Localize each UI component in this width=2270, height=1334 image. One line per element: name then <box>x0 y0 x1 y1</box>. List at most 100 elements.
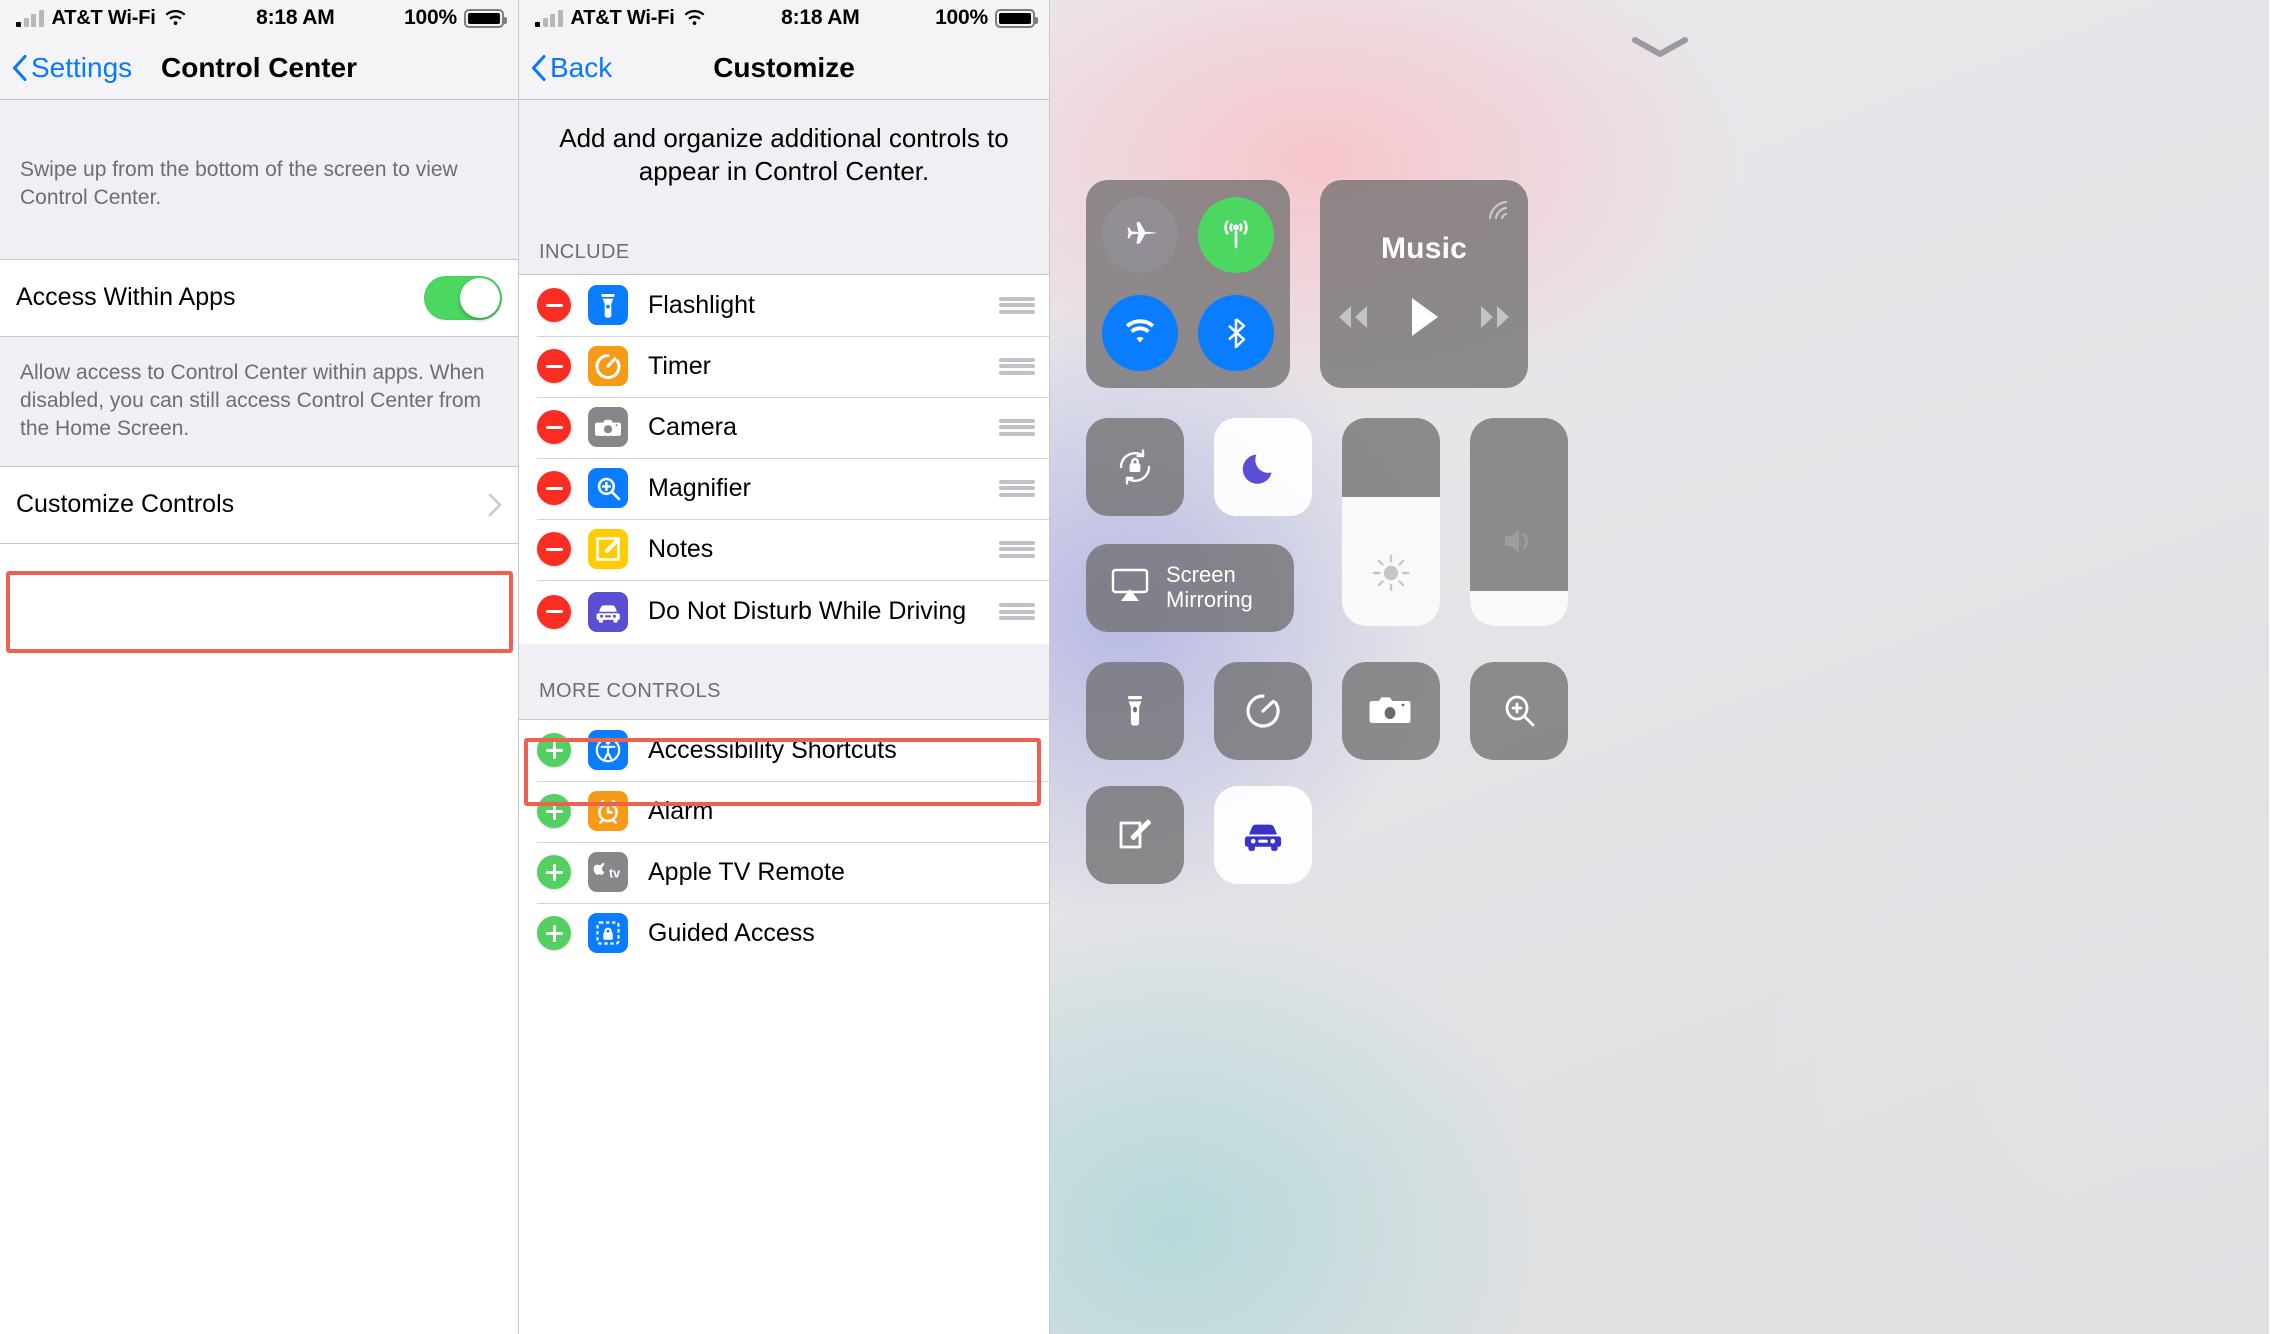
timer-button[interactable] <box>1214 662 1312 760</box>
more-controls-list: Accessibility Shortcuts Alarm tv Apple T… <box>519 718 1049 964</box>
camera-button[interactable] <box>1342 662 1440 760</box>
cc-row-2: Screen Mirroring <box>1086 418 2233 632</box>
notes-icon <box>588 529 628 570</box>
add-control-button[interactable] <box>537 916 571 951</box>
accessibility-icon <box>588 730 628 771</box>
car-icon <box>588 591 628 632</box>
reorder-handle[interactable] <box>999 540 1035 558</box>
remove-control-button[interactable] <box>537 532 571 567</box>
volume-slider[interactable] <box>1470 418 1568 626</box>
cc-row-4 <box>1086 786 2233 884</box>
wifi-icon <box>164 10 187 27</box>
panel-control-center-overlay: Music Screen Mirroring <box>1050 0 2269 1334</box>
clock-label: 8:18 AM <box>781 6 860 29</box>
reorder-handle[interactable] <box>999 357 1035 375</box>
music-title: Music <box>1380 232 1468 265</box>
panel-customize-controls: AT&T Wi-Fi 8:18 AM 100% Back Customize A… <box>519 0 1050 1334</box>
brightness-slider[interactable] <box>1342 418 1440 626</box>
music-tile[interactable]: Music <box>1320 180 1528 388</box>
flashlight-button[interactable] <box>1086 662 1184 760</box>
row-customize-controls[interactable]: Customize Controls <box>0 465 518 544</box>
list-item[interactable]: Magnifier <box>519 457 1049 519</box>
add-control-button[interactable] <box>537 733 571 768</box>
chevron-down-handle-icon[interactable] <box>1050 34 2269 60</box>
list-item[interactable]: Guided Access <box>519 902 1049 964</box>
chevron-left-icon <box>531 54 546 81</box>
reorder-handle[interactable] <box>999 418 1035 436</box>
remove-control-button[interactable] <box>537 594 571 629</box>
list-item-label: Camera <box>648 412 737 441</box>
alarm-clock-icon <box>588 791 628 832</box>
reorder-handle[interactable] <box>999 296 1035 314</box>
list-item[interactable]: Accessibility Shortcuts <box>519 719 1049 781</box>
access-within-apps-toggle[interactable] <box>424 275 502 320</box>
battery-percent-label: 100% <box>935 6 988 29</box>
chevron-right-icon <box>488 493 502 517</box>
status-bar-left: AT&T Wi-Fi 8:18 AM 100% <box>0 0 518 36</box>
remove-control-button[interactable] <box>537 471 571 506</box>
timer-icon <box>588 346 628 387</box>
list-item-label: Alarm <box>648 796 714 825</box>
airplane-icon[interactable] <box>1102 197 1178 273</box>
svg-text:tv: tv <box>609 867 620 881</box>
battery-full-icon <box>995 8 1038 28</box>
list-item-label: Timer <box>648 351 711 380</box>
list-item[interactable]: Do Not Disturb While Driving <box>519 579 1049 644</box>
back-button[interactable]: Back <box>519 52 612 84</box>
guided-access-lock-icon <box>588 913 628 954</box>
screen-mirroring-label: Screen Mirroring <box>1166 562 1253 612</box>
section-header-include: INCLUDE <box>519 214 1049 274</box>
list-item[interactable]: Flashlight <box>519 274 1049 336</box>
nav-bar-middle: Back Customize <box>519 36 1049 100</box>
connectivity-tile <box>1086 180 1290 388</box>
do-not-disturb-while-driving-button[interactable] <box>1214 786 1312 884</box>
screen-mirroring-button[interactable]: Screen Mirroring <box>1086 544 1294 632</box>
panel-control-center-settings: AT&T Wi-Fi 8:18 AM 100% Settings Control… <box>0 0 519 1334</box>
reorder-handle[interactable] <box>999 479 1035 497</box>
list-item[interactable]: Alarm <box>519 780 1049 842</box>
list-item[interactable]: Camera <box>519 396 1049 458</box>
list-item-label: Accessibility Shortcuts <box>648 735 897 764</box>
list-item[interactable]: Timer <box>519 335 1049 397</box>
row-access-within-apps[interactable]: Access Within Apps <box>0 258 518 337</box>
list-item[interactable]: tv Apple TV Remote <box>519 841 1049 903</box>
camera-icon <box>588 407 628 448</box>
notes-button[interactable] <box>1086 786 1184 884</box>
rotation-lock-toggle[interactable] <box>1086 418 1184 516</box>
back-to-settings-button[interactable]: Settings <box>0 52 132 84</box>
back-label: Settings <box>31 51 133 83</box>
screenshot-root: AT&T Wi-Fi 8:18 AM 100% Settings Control… <box>0 0 2270 1334</box>
cellular-antenna-icon[interactable] <box>1198 197 1274 273</box>
play-icon[interactable] <box>1407 296 1441 343</box>
nav-bar-left: Settings Control Center <box>0 36 518 100</box>
sun-icon <box>1369 551 1413 600</box>
control-center-grid: Music Screen Mirroring <box>1086 180 2233 884</box>
callout-customize-controls <box>6 571 513 653</box>
wifi-icon <box>683 10 706 27</box>
list-item-label: Guided Access <box>648 918 815 947</box>
cellular-bars-icon <box>16 9 44 27</box>
rewind-icon[interactable] <box>1331 302 1373 337</box>
control-center-intro-footer: Swipe up from the bottom of the screen t… <box>0 100 518 259</box>
remove-control-button[interactable] <box>537 288 571 323</box>
airplay-icon[interactable] <box>1482 192 1512 222</box>
wifi-icon[interactable] <box>1102 295 1178 371</box>
list-item-label: Apple TV Remote <box>648 857 845 886</box>
bluetooth-icon[interactable] <box>1198 295 1274 371</box>
flashlight-icon <box>588 285 628 326</box>
list-item[interactable]: Notes <box>519 518 1049 580</box>
control-center: Music Screen Mirroring <box>1050 0 2269 1334</box>
add-control-button[interactable] <box>537 855 571 890</box>
cellular-bars-icon <box>535 9 563 27</box>
do-not-disturb-toggle[interactable] <box>1214 418 1312 516</box>
list-item-label: Notes <box>648 534 714 563</box>
remove-control-button[interactable] <box>537 410 571 445</box>
fast-forward-icon[interactable] <box>1475 302 1517 337</box>
carrier-label: AT&T Wi-Fi <box>570 6 675 29</box>
list-item-label: Magnifier <box>648 473 751 502</box>
status-bar-middle: AT&T Wi-Fi 8:18 AM 100% <box>519 0 1049 36</box>
magnifier-button[interactable] <box>1470 662 1568 760</box>
reorder-handle[interactable] <box>999 603 1035 621</box>
add-control-button[interactable] <box>537 794 571 829</box>
remove-control-button[interactable] <box>537 349 571 384</box>
